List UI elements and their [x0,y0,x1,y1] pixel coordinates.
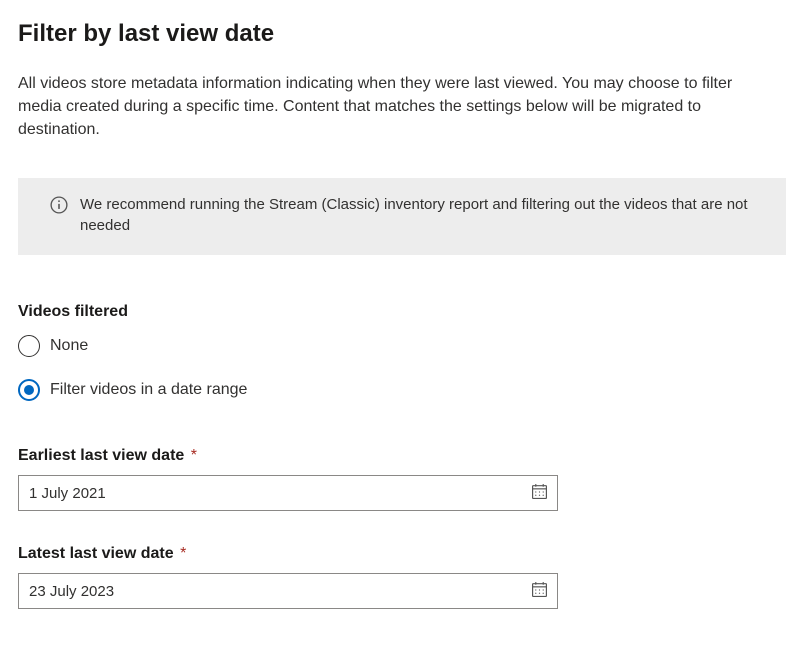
videos-filtered-label: Videos filtered [18,303,786,321]
videos-filtered-radio-group: None Filter videos in a date range [18,335,786,401]
info-banner: We recommend running the Stream (Classic… [18,178,786,256]
latest-date-label: Latest last view date * [18,545,786,563]
required-mark: * [191,447,197,464]
radio-date-range-circle [18,379,40,401]
required-mark: * [180,545,186,562]
earliest-date-field-block: Earliest last view date * [18,447,786,511]
radio-date-range[interactable]: Filter videos in a date range [18,379,786,401]
page-description: All videos store metadata information in… [18,72,778,142]
earliest-date-label-text: Earliest last view date [18,447,184,464]
latest-date-field-block: Latest last view date * [18,545,786,609]
page-title: Filter by last view date [18,20,786,48]
info-message: We recommend running the Stream (Classic… [80,194,768,238]
latest-date-calendar-button[interactable] [521,574,557,608]
earliest-date-calendar-button[interactable] [521,476,557,510]
radio-none-circle [18,335,40,357]
latest-date-input[interactable] [19,574,521,608]
earliest-date-input[interactable] [19,476,521,510]
calendar-icon [531,483,548,503]
radio-date-range-label: Filter videos in a date range [50,381,247,399]
radio-none[interactable]: None [18,335,786,357]
radio-selected-dot [24,385,34,395]
radio-none-label: None [50,337,88,355]
latest-date-field [18,573,558,609]
earliest-date-field [18,475,558,511]
latest-date-label-text: Latest last view date [18,545,174,562]
info-icon [50,196,68,214]
earliest-date-label: Earliest last view date * [18,447,786,465]
calendar-icon [531,581,548,601]
